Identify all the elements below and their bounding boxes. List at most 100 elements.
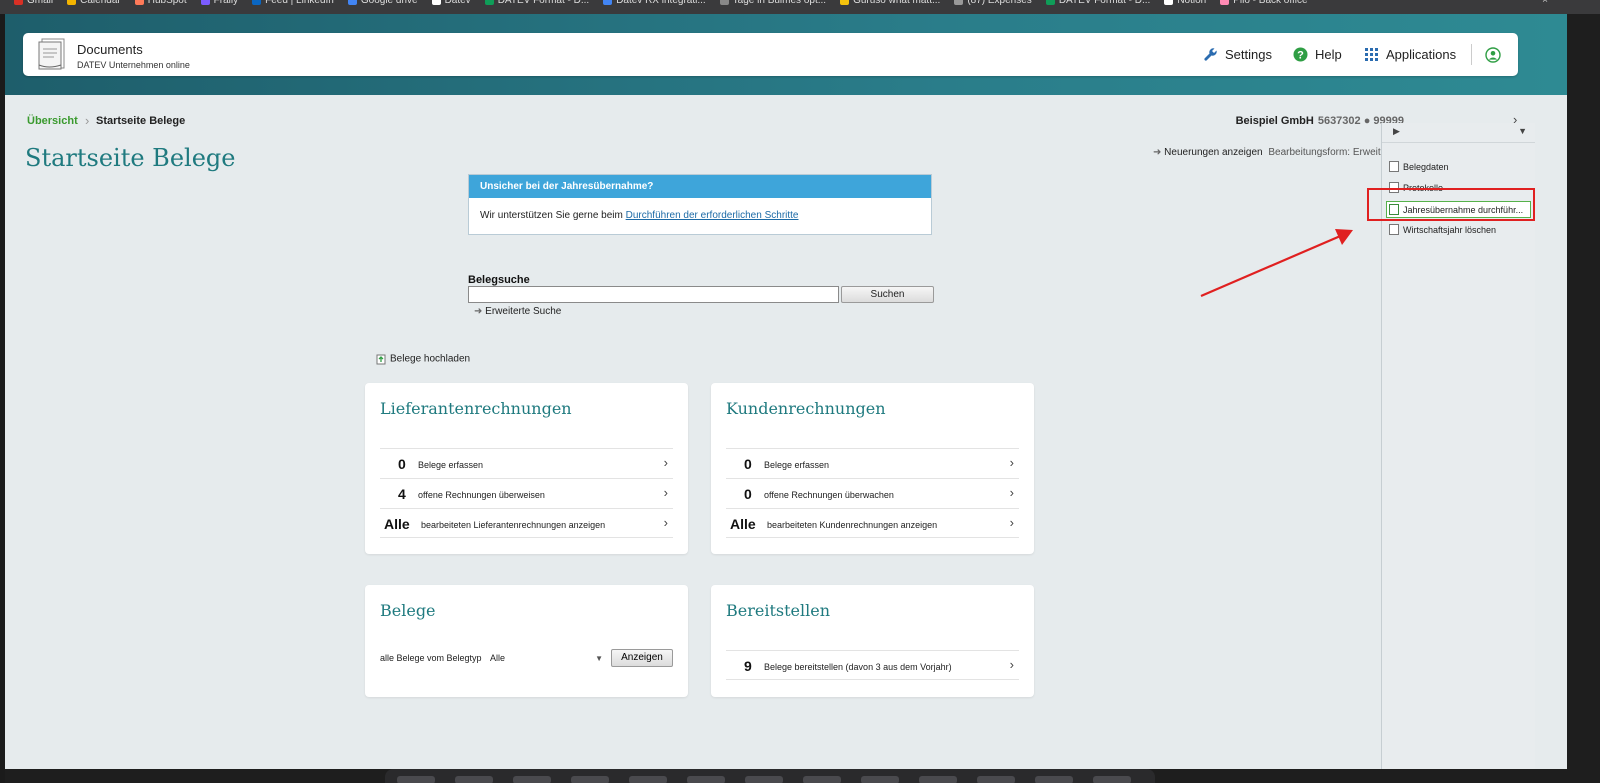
applications-button[interactable]: Applications	[1365, 33, 1456, 76]
search-input[interactable]	[468, 286, 839, 303]
desktop-background	[1567, 14, 1600, 783]
collapse-panel-icon[interactable]: ▶	[1393, 126, 1400, 137]
dock-item[interactable]	[629, 776, 667, 783]
screen: Gmail Calendar HubSpot Fraily Feed | LinkedI…	[0, 0, 1600, 783]
row-count: 0	[744, 486, 752, 502]
close-icon[interactable]: ×	[1542, 0, 1548, 6]
wrench-icon	[1204, 48, 1217, 61]
dock-item[interactable]	[455, 776, 493, 783]
info-box-heading: Unsicher bei der Jahresübernahme?	[469, 175, 931, 198]
bookmark-item[interactable]: Pilo - Back office	[1220, 0, 1308, 7]
row-label: Belege bereitstellen (davon 3 aus dem Vo…	[764, 662, 952, 672]
bookmark-item[interactable]: Feed | LinkedIn	[252, 0, 334, 6]
bookmark-item[interactable]: DATEV Format - D...	[484, 0, 589, 6]
upload-label: Belege hochladen	[390, 353, 471, 365]
advanced-search-label: Erweiterte Suche	[485, 306, 562, 317]
bookmark-label: Datev RX integrati...	[616, 0, 706, 7]
chevron-right-icon: ›	[1009, 485, 1014, 500]
card-lieferantenrechnungen: Lieferantenrechnungen 0 Belege erfassen …	[365, 383, 688, 554]
bookmark-favicon-icon	[431, 0, 441, 5]
card-title: Belege	[380, 601, 436, 620]
belegtyp-label: alle Belege vom Belegtyp	[380, 653, 482, 663]
bookmark-item[interactable]: DATEV Format - D...	[1045, 0, 1150, 6]
row-label: Belege erfassen	[764, 460, 830, 470]
breadcrumb-current: Startseite Belege	[96, 115, 186, 127]
bookmark-item[interactable]: Google drive	[347, 0, 418, 6]
bookmark-favicon-icon	[484, 0, 494, 5]
bookmark-favicon-icon	[1045, 0, 1055, 5]
dock-item[interactable]	[1035, 776, 1073, 783]
dock-item[interactable]	[919, 776, 957, 783]
dock-item[interactable]	[397, 776, 435, 783]
bookmark-item[interactable]: HubSpot	[134, 0, 187, 6]
bookmark-favicon-icon	[719, 0, 729, 5]
info-box: Unsicher bei der Jahresübernahme? Wir un…	[468, 174, 932, 235]
card-kundenrechnungen: Kundenrechnungen 0 Belege erfassen › 0 o…	[711, 383, 1034, 554]
dock-item[interactable]	[861, 776, 899, 783]
info-box-text: Wir unterstützen Sie gerne beim	[480, 210, 626, 221]
bookmark-item[interactable]: Tage in Bulmes opt...	[719, 0, 826, 6]
row-belege-bereitstellen[interactable]: 9 Belege bereitstellen (davon 3 aus dem …	[726, 650, 1019, 680]
applications-label: Applications	[1386, 47, 1457, 62]
row-belege-erfassen[interactable]: 0 Belege erfassen ›	[380, 448, 673, 478]
card-title: Lieferantenrechnungen	[380, 399, 572, 418]
chevron-right-icon: ›	[663, 515, 668, 530]
bookmark-label: Fraily	[213, 0, 239, 7]
annotation-highlight-box	[1367, 188, 1535, 221]
row-label: offene Rechnungen überweisen	[418, 490, 545, 500]
neuerungen-link[interactable]: Neuerungen anzeigen	[1164, 147, 1262, 158]
bookmark-favicon-icon	[134, 0, 144, 5]
arrow-right-icon: ➜	[1153, 147, 1162, 158]
bookmark-item[interactable]: Fraily	[200, 0, 239, 7]
bookmark-favicon-icon	[347, 0, 357, 5]
card-title: Kundenrechnungen	[726, 399, 886, 418]
row-alle-anzeigen[interactable]: Alle bearbeiteten Lieferantenrechnungen …	[380, 508, 673, 538]
dock-item[interactable]	[1093, 776, 1131, 783]
sidepanel-item-belegdaten[interactable]: Belegdaten	[1389, 159, 1533, 176]
user-account-button[interactable]	[1485, 33, 1508, 76]
help-button[interactable]: ? Help	[1293, 33, 1342, 76]
settings-button[interactable]: Settings	[1203, 33, 1272, 76]
bookmark-label: Pilo - Back office	[1233, 0, 1308, 7]
upload-documents-link[interactable]: Belege hochladen	[376, 353, 470, 365]
row-offene-rechnungen[interactable]: 0 offene Rechnungen überwachen ›	[726, 478, 1019, 508]
page-title: Startseite Belege	[25, 144, 236, 172]
pin-icon[interactable]: ▼	[1518, 126, 1527, 136]
bookmark-item[interactable]: Datev	[431, 0, 471, 6]
bookmark-label: (87) Expenses	[967, 0, 1032, 7]
dock-item[interactable]	[513, 776, 551, 783]
upload-icon	[376, 354, 386, 365]
dock-item[interactable]	[977, 776, 1015, 783]
dock-item[interactable]	[571, 776, 609, 783]
bookmark-item[interactable]: Guruso what matt...	[840, 0, 940, 6]
dock-item[interactable]	[803, 776, 841, 783]
advanced-search-link[interactable]: ➜ Erweiterte Suche	[474, 306, 561, 317]
sidepanel-item-wirtschaftsjahr-loeschen[interactable]: Wirtschaftsjahr löschen	[1389, 222, 1533, 239]
search-label: Belegsuche	[468, 274, 530, 286]
breadcrumb-home-link[interactable]: Übersicht	[27, 115, 78, 127]
app-title: Documents	[77, 42, 143, 57]
search-button[interactable]: Suchen	[841, 286, 934, 303]
row-belege-erfassen[interactable]: 0 Belege erfassen ›	[726, 448, 1019, 478]
bookmark-item[interactable]: Datev RX integrati...	[603, 0, 706, 7]
dock-item[interactable]	[745, 776, 783, 783]
bookmark-favicon-icon	[1220, 0, 1230, 5]
info-box-body: Wir unterstützen Sie gerne beim Durchfüh…	[469, 198, 931, 233]
top-bar: Documents DATEV Unternehmen online Setti…	[23, 33, 1518, 76]
nav-divider	[1471, 44, 1472, 65]
belegtyp-select[interactable]: Alle ▼	[490, 650, 605, 667]
sidepanel-item-label: Belegdaten	[1403, 162, 1449, 172]
dock-item[interactable]	[687, 776, 725, 783]
chevron-right-icon: ›	[663, 455, 668, 470]
bookmark-item[interactable]: Calendar	[67, 0, 121, 6]
info-box-link[interactable]: Durchführen der erforderlichen Schritte	[626, 210, 799, 221]
row-alle-anzeigen[interactable]: Alle bearbeiteten Kundenrechnungen anzei…	[726, 508, 1019, 538]
row-label: bearbeiteten Lieferantenrechnungen anzei…	[421, 520, 606, 530]
bookmark-item[interactable]: Notion	[1164, 0, 1206, 6]
sidepanel-item-label: Wirtschaftsjahr löschen	[1403, 225, 1497, 235]
bookmark-item[interactable]: Gmail	[14, 0, 53, 6]
anzeigen-button[interactable]: Anzeigen	[611, 649, 673, 667]
row-count: Alle	[730, 516, 756, 532]
bookmark-item[interactable]: (87) Expenses	[954, 0, 1032, 7]
row-offene-rechnungen[interactable]: 4 offene Rechnungen überweisen ›	[380, 478, 673, 508]
